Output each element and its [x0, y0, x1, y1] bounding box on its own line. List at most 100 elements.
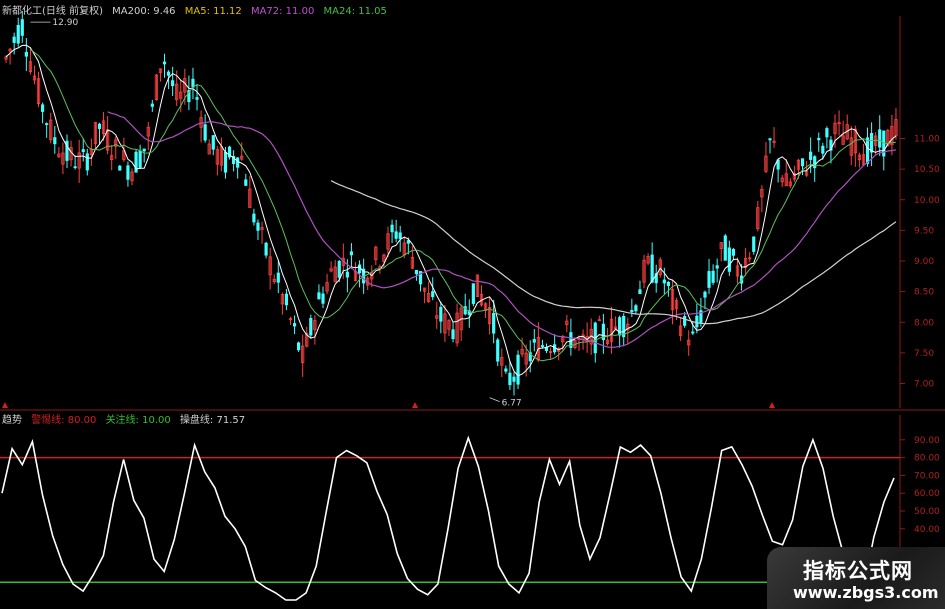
warning-line-label: 警惕线: 80.00 [31, 415, 97, 426]
price-tick-label: 10.50 [914, 165, 940, 175]
candle-body [349, 251, 354, 256]
candle-body [662, 279, 666, 284]
high-price-label: 12.90 [52, 18, 78, 28]
indicator-tick-label: 60.00 [914, 489, 940, 499]
candle-body [195, 97, 199, 100]
candle-body [394, 231, 398, 239]
ma24-label: MA24: 11.05 [323, 6, 387, 17]
candle-body [53, 137, 57, 145]
attention-line-label: 关注线: 10.00 [105, 415, 171, 426]
candle-body [634, 305, 638, 312]
price-tick-label: 8.00 [914, 318, 934, 328]
price-tick-label: 7.00 [914, 380, 934, 390]
ma72-label: MA72: 11.00 [250, 6, 315, 17]
candle-body [752, 236, 756, 252]
watermark-badge: 指标公式网 www.zbgs3.com [767, 547, 945, 609]
candle-body [321, 293, 325, 304]
candle-body [666, 281, 671, 286]
candle-body [252, 213, 256, 223]
ma5-line [5, 44, 897, 377]
candle-body [292, 323, 297, 327]
candle-body [439, 306, 443, 322]
candle-body [16, 24, 20, 44]
candle-body [731, 248, 736, 256]
candle-body [211, 135, 215, 150]
candle-body [138, 150, 142, 168]
candlestick-series[interactable] [4, 11, 898, 396]
candle-body [809, 151, 813, 160]
candle-body [821, 145, 825, 154]
candle-body [638, 289, 642, 295]
candle-body [768, 138, 772, 141]
price-tick-label: 9.00 [914, 257, 934, 267]
candle-body [73, 166, 77, 169]
low-marker [489, 397, 500, 402]
operation-line [1, 435, 895, 601]
ma5-label: MA5: 11.12 [184, 6, 242, 17]
candle-body [191, 78, 195, 88]
candle-body [869, 132, 874, 153]
candle-body [865, 137, 870, 164]
candle-body [703, 291, 707, 298]
candle-body [516, 354, 520, 385]
price-tick-label: 11.00 [914, 135, 940, 145]
watermark-title: 指标公式网 [803, 559, 913, 583]
candle-body [203, 124, 207, 141]
candle-body [264, 242, 268, 256]
candle-body [813, 156, 817, 169]
indicator-tick-label: 70.00 [914, 471, 940, 481]
candle-body [451, 329, 455, 340]
candle-body [406, 240, 410, 244]
watermark-url: www.zbgs3.com [793, 583, 939, 602]
candle-body [715, 265, 719, 269]
candle-body [471, 283, 475, 304]
main-panel-frame [0, 16, 945, 411]
signal-marker [412, 402, 418, 408]
candle-body [825, 128, 829, 138]
price-tick-label: 8.50 [914, 288, 934, 298]
candle-body [297, 342, 301, 351]
candle-body [431, 291, 435, 298]
candle-body [45, 123, 49, 125]
indicator-tick-label: 50.00 [914, 507, 940, 517]
candle-body [41, 104, 45, 112]
stock-chart[interactable]: 11.00 10.50 10.00 9.50 9.00 8.50 8.00 7.50 7.00 9… [0, 0, 945, 609]
candle-body [337, 260, 341, 278]
candle-body [12, 36, 16, 43]
candle-body [97, 123, 102, 129]
ma200-line [330, 180, 897, 325]
indicator-tick-label: 80.00 [914, 454, 940, 464]
main-chart-header: 新都化工(日线 前复权) MA200: 9.46 MA5: 11.12 MA72… [2, 2, 393, 17]
candle-body [142, 148, 146, 152]
price-tick-label: 7.50 [914, 349, 934, 359]
candle-body [150, 103, 154, 107]
candle-body [540, 345, 545, 347]
candle-body [171, 80, 175, 87]
candle-body [81, 149, 85, 153]
candle-body [492, 312, 496, 334]
operation-line-label: 操盘线: 71.57 [179, 415, 246, 426]
candle-body [800, 158, 805, 167]
candle-body [512, 376, 516, 382]
price-tick-label: 9.50 [914, 226, 934, 236]
candle-body [256, 222, 260, 231]
low-price-label: 6.77 [502, 399, 522, 409]
ma200-label: MA200: 9.46 [112, 6, 176, 17]
candle-body [20, 19, 24, 36]
candle-body [398, 232, 402, 239]
indicator-tick-label: 40.00 [914, 525, 940, 535]
candle-body [414, 269, 419, 275]
candle-body [817, 137, 821, 141]
signal-marker [769, 402, 775, 408]
moving-average-lines [2, 21, 897, 408]
candle-body [711, 270, 715, 283]
candle-body [162, 61, 167, 65]
candle-body [723, 235, 727, 261]
candle-body [85, 153, 89, 171]
candle-body [236, 157, 240, 168]
candle-body [532, 339, 536, 343]
ma24-line [30, 48, 897, 362]
candle-body [707, 271, 711, 288]
candle-body [244, 179, 248, 186]
stock-name-label: 新都化工(日线 前复权) [2, 6, 103, 17]
